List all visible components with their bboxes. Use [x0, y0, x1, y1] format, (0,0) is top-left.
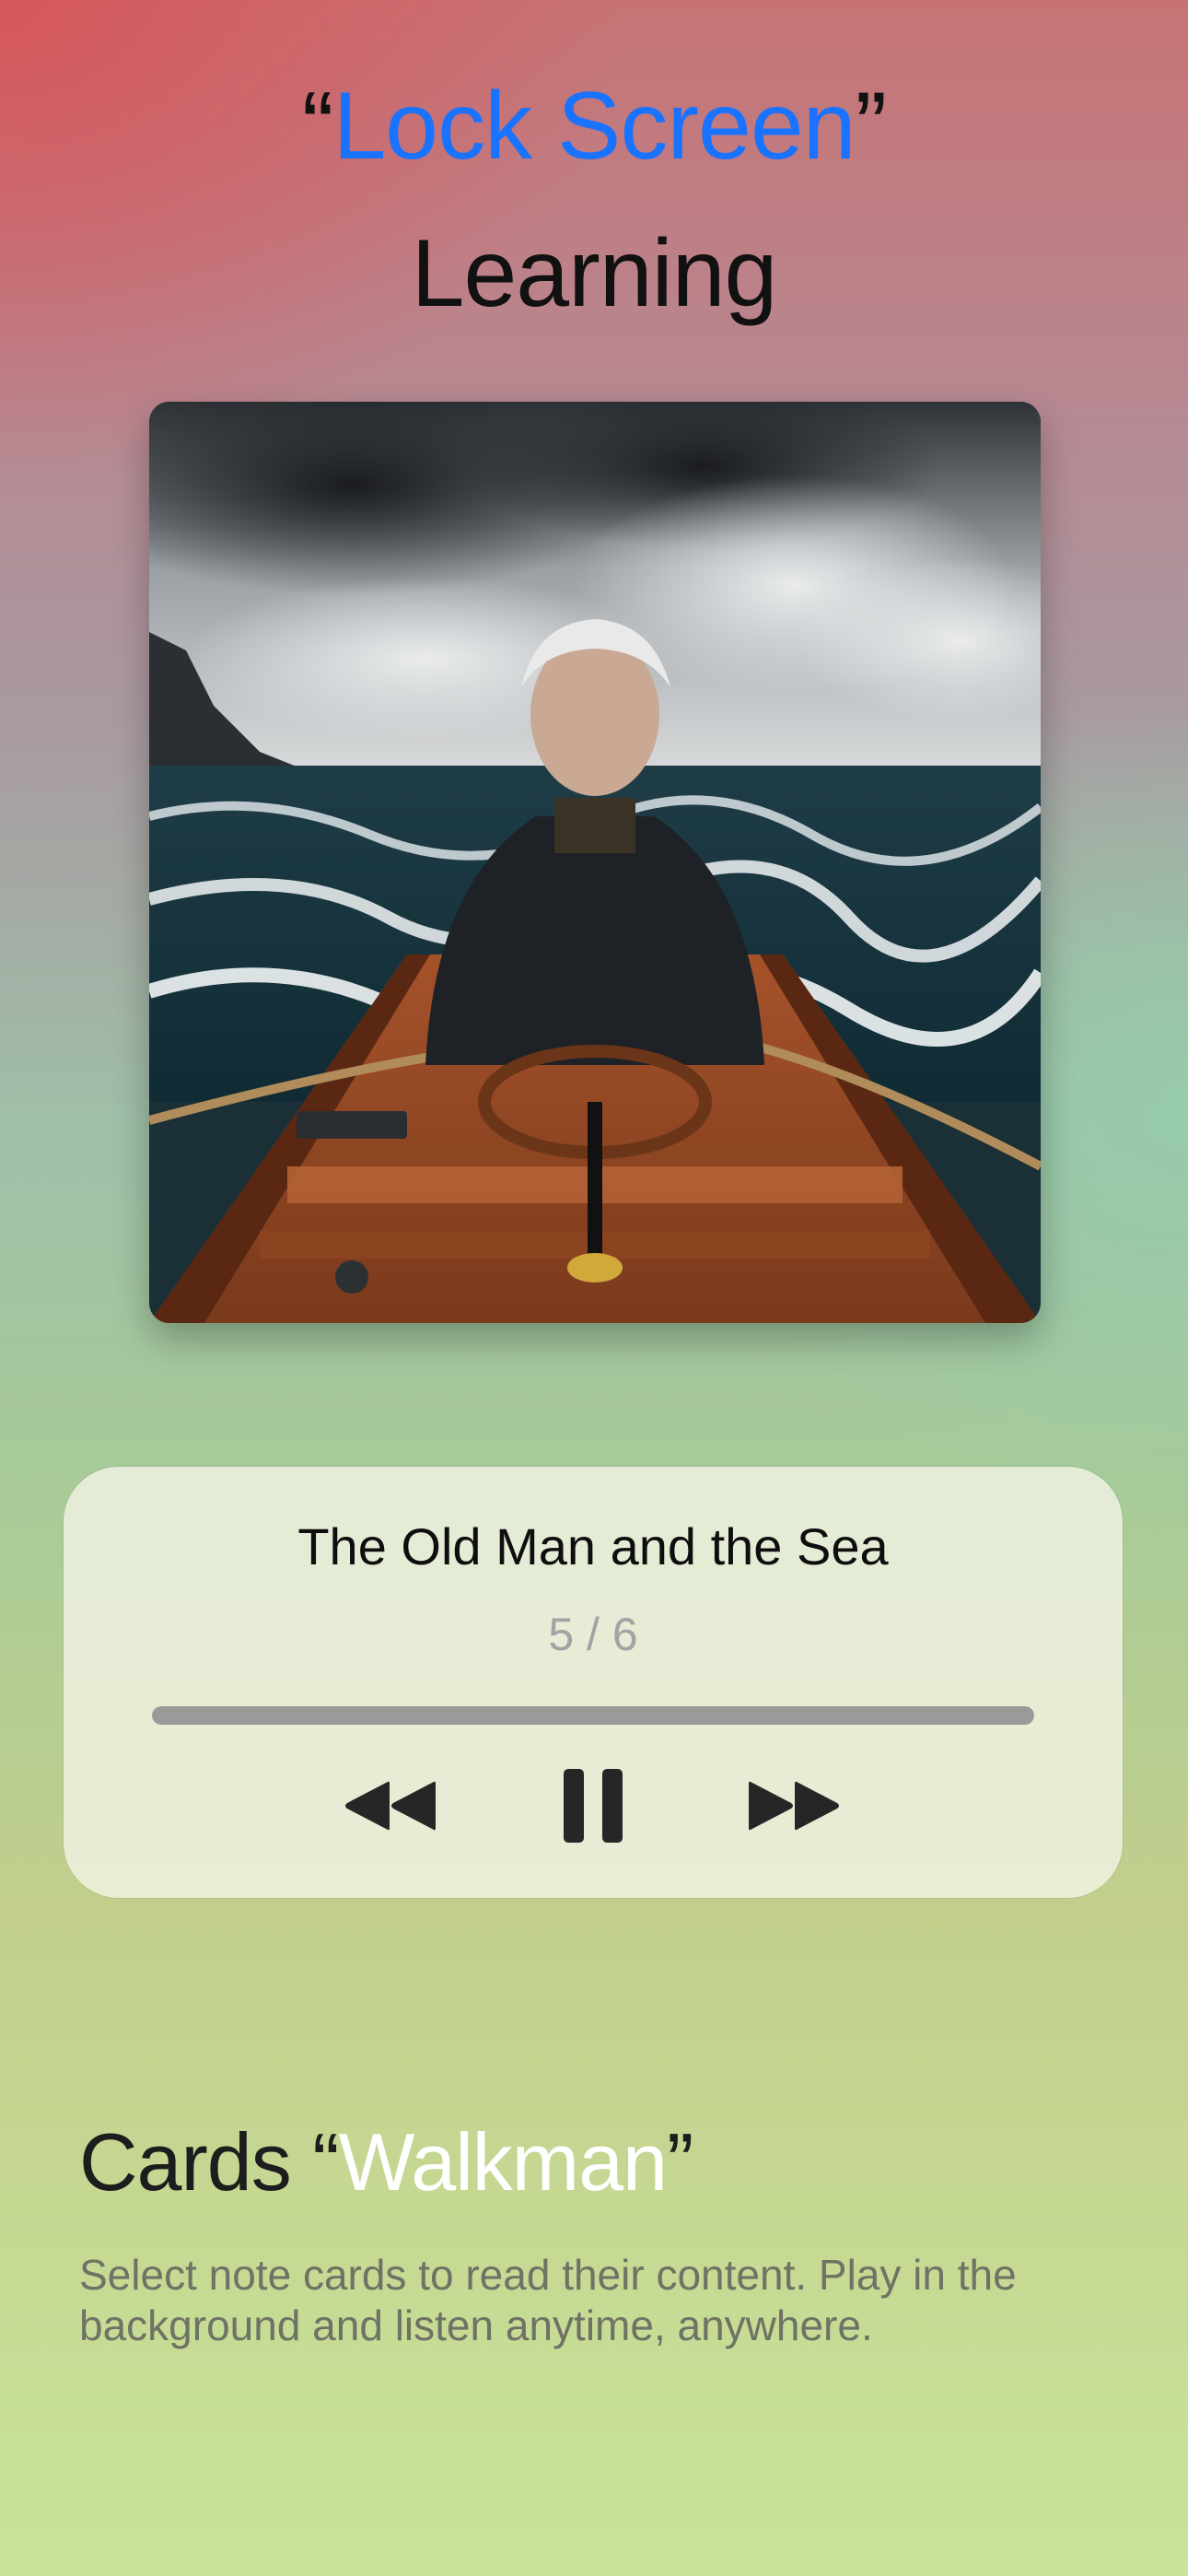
- headline-lock-screen: “Lock Screen”: [0, 66, 1188, 186]
- feature-title-prefix: Cards: [79, 2116, 313, 2207]
- headline-close-quote: ”: [855, 73, 888, 180]
- track-counter: 5 / 6: [548, 1609, 638, 1660]
- progress-fill: [152, 1706, 1034, 1725]
- rewind-button[interactable]: [332, 1760, 447, 1852]
- feature-title-accent: Walkman: [338, 2116, 668, 2207]
- headline-accent: Lock Screen: [332, 73, 856, 180]
- now-playing-card: The Old Man and the Sea 5 / 6: [64, 1467, 1123, 1898]
- feature-title-close-quote: ”: [666, 2116, 693, 2207]
- fast-forward-icon: [749, 1781, 839, 1831]
- progress-bar[interactable]: [152, 1706, 1034, 1725]
- artwork-illustration: [149, 402, 1041, 1323]
- feature-title-open-quote: “: [312, 2116, 339, 2207]
- pause-icon: [564, 1769, 623, 1843]
- track-title: The Old Man and the Sea: [297, 1517, 889, 1575]
- fast-forward-button[interactable]: [740, 1760, 854, 1852]
- headline-open-quote: “: [301, 73, 334, 180]
- pause-button[interactable]: [550, 1760, 636, 1852]
- feature-description: Select note cards to read their content.…: [79, 2251, 1017, 2349]
- rewind-icon: [345, 1781, 436, 1831]
- book-cover-artwork: [149, 402, 1041, 1323]
- feature-title: Cards “Walkman”: [79, 2112, 693, 2213]
- headline-learning: Learning: [411, 220, 778, 327]
